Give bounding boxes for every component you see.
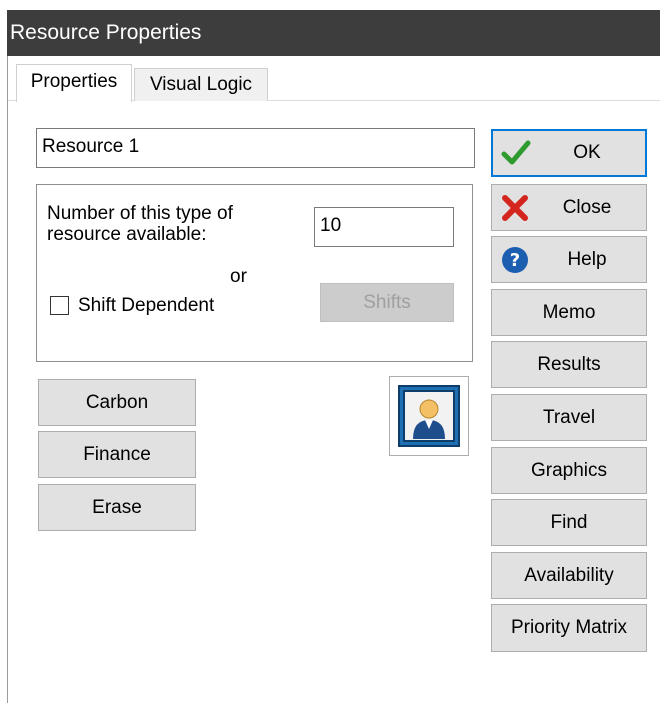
tab-visual-logic[interactable]: Visual Logic [134,68,268,101]
shifts-button[interactable]: Shifts [320,283,454,322]
or-label: or [230,266,247,287]
help-button[interactable]: ? Help [491,236,647,283]
shift-dependent-checkbox[interactable] [50,296,69,315]
ok-label: OK [573,142,601,163]
priority-matrix-button[interactable]: Priority Matrix [491,604,647,652]
find-button[interactable]: Find [491,499,647,546]
help-label: Help [567,248,607,270]
question-icon: ? [500,245,530,275]
window-title: Resource Properties [7,10,660,56]
person-icon [398,385,460,447]
close-button[interactable]: Close [491,184,647,231]
shift-dependent-label: Shift Dependent [78,295,215,316]
graphics-button[interactable]: Graphics [491,447,647,494]
finance-button[interactable]: Finance [38,431,196,478]
tab-properties[interactable]: Properties [16,64,132,102]
results-button[interactable]: Results [491,341,647,388]
checkmark-icon [501,138,531,168]
erase-button[interactable]: Erase [38,484,196,531]
number-available-label: Number of this type of resource availabl… [47,203,233,245]
number-available-input[interactable]: 10 [314,207,454,247]
availability-button[interactable]: Availability [491,552,647,599]
close-label: Close [562,196,612,218]
memo-button[interactable]: Memo [491,289,647,336]
svg-text:?: ? [510,250,520,271]
resource-image-button[interactable] [389,376,469,456]
travel-button[interactable]: Travel [491,394,647,441]
window-frame-left [7,56,8,703]
ok-button[interactable]: OK [491,129,647,177]
carbon-button[interactable]: Carbon [38,379,196,426]
red-x-icon [500,193,530,223]
resource-name-input[interactable]: Resource 1 [36,128,475,168]
